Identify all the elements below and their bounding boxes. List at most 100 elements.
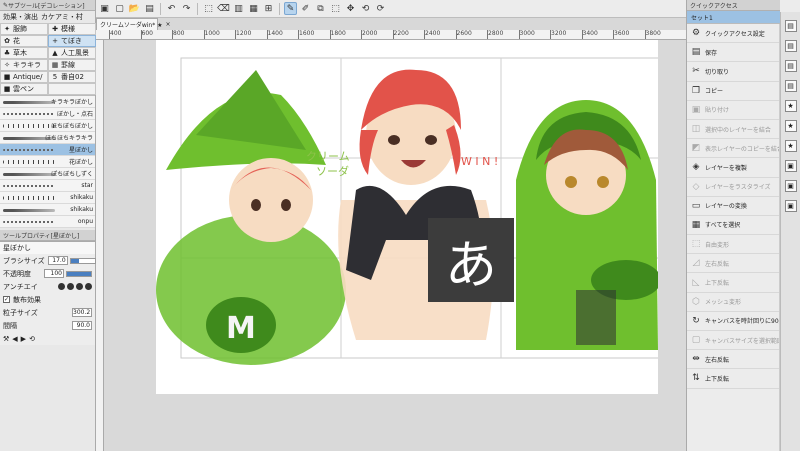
- transform-icon[interactable]: ⬚: [202, 2, 215, 15]
- brush-size-slider[interactable]: [69, 257, 96, 264]
- move-icon[interactable]: ✥: [344, 2, 357, 15]
- sub-tool-group-item[interactable]: 5 番自02: [48, 71, 96, 83]
- sub-tool-group-item[interactable]: ▲ 人工風景: [48, 47, 96, 59]
- undo-icon[interactable]: ↶: [165, 2, 178, 15]
- panel-icon[interactable]: ▣: [784, 180, 797, 192]
- pen2-icon[interactable]: ✐: [299, 2, 312, 15]
- quick-access-icon: ⬚: [691, 239, 701, 250]
- sub-tool-group-item[interactable]: ✧ キラキラ: [0, 59, 48, 71]
- sub-tool-group-item[interactable]: ✦ 服飾: [0, 23, 48, 35]
- brush-item[interactable]: ほちぼちぼかし: [0, 120, 95, 132]
- brush-item[interactable]: shikaku: [0, 192, 95, 204]
- quick-access-set-select[interactable]: セット1: [687, 11, 780, 24]
- sub-tool-group-item[interactable]: ✿ 花: [0, 35, 48, 47]
- open-icon[interactable]: 📂: [128, 2, 141, 15]
- quick-access-item[interactable]: ⇅ 上下反転: [687, 369, 779, 389]
- brush-item[interactable]: ぼかし・点石: [0, 108, 95, 120]
- sub-tool-group-item[interactable]: ✚ 模様: [48, 23, 96, 35]
- ruler-icon[interactable]: ⊞: [262, 2, 275, 15]
- antialias-option[interactable]: [67, 283, 74, 290]
- close-icon[interactable]: ×: [165, 21, 170, 28]
- quick-access-item[interactable]: ⇹ 左右反転: [687, 350, 779, 370]
- fill-icon[interactable]: ▥: [232, 2, 245, 15]
- brush-item[interactable]: キラキラぼかし: [0, 96, 95, 108]
- opacity-fill: [67, 271, 91, 276]
- canvas-icon[interactable]: ▣: [98, 2, 111, 15]
- brush-name: ほちぼちぼかし: [50, 123, 93, 130]
- panel-icon[interactable]: ▤: [784, 20, 797, 32]
- tab-effects[interactable]: 効果・演出: [3, 12, 38, 22]
- reset-icon[interactable]: ⟲: [29, 335, 35, 343]
- sub-tool-group-grid: ✦ 服飾 ✚ 模様 ✿ 花 + てぼき ♣ 草木 ▲ 人工風景 ✧ キラキラ ▦ 罫線 ■ Antique/5 番自…: [0, 23, 96, 95]
- brush-size-value[interactable]: 17.0: [47, 256, 68, 265]
- panel-icon[interactable]: ★: [784, 100, 797, 112]
- brush-item[interactable]: shikaku: [0, 204, 95, 216]
- ruler-tick-label: 3400: [581, 30, 598, 39]
- prev-icon[interactable]: ◀: [12, 335, 17, 343]
- brush-item[interactable]: 花ぼかし: [0, 156, 95, 168]
- quick-access-item[interactable]: ▭ レイヤーの変換: [687, 197, 779, 216]
- antialias-options[interactable]: [58, 283, 95, 290]
- panel-icon[interactable]: ★: [784, 140, 797, 152]
- save-icon[interactable]: ▤: [143, 2, 156, 15]
- sub-tool-group-item[interactable]: ▦ 罫線: [48, 59, 96, 71]
- right-character: [516, 100, 658, 350]
- sub-tool-group-item[interactable]: ■ Antique/: [0, 71, 48, 83]
- quick-access-item[interactable]: ↻ キャンバスを時計回りに90度回転: [687, 312, 779, 331]
- quick-access-icon: ▢: [691, 335, 701, 346]
- rotate-right-icon[interactable]: ⟳: [374, 2, 387, 15]
- brush-item[interactable]: ぽちぼちしずく: [0, 168, 95, 180]
- scatter-checkbox[interactable]: ✓: [3, 296, 10, 303]
- antialias-option[interactable]: [58, 283, 65, 290]
- quick-access-item[interactable]: ❐ コピー: [687, 82, 779, 101]
- crop-icon[interactable]: ⧉: [314, 2, 327, 15]
- antialias-option[interactable]: [85, 283, 92, 290]
- antialias-option[interactable]: [76, 283, 83, 290]
- particle-size-value[interactable]: 300.2: [72, 308, 92, 317]
- quick-access-icon: ◩: [691, 143, 701, 154]
- tab-hatching[interactable]: カケアミ・村: [41, 12, 83, 22]
- brush-stroke-preview: [3, 185, 55, 187]
- panel-icon[interactable]: ▤: [784, 80, 797, 92]
- pen-active-icon[interactable]: ✎: [284, 2, 297, 15]
- quick-access-item[interactable]: ◈ レイヤーを複製: [687, 158, 779, 178]
- interval-value[interactable]: 90.0: [72, 321, 92, 330]
- quick-access-label: クイックアクセス設定: [705, 30, 765, 38]
- sub-tool-group-item[interactable]: ■ 雲ペン: [0, 83, 48, 95]
- brush-size-fill: [70, 258, 80, 263]
- ruler-tick-label: 1400: [266, 30, 283, 39]
- quick-access-item[interactable]: ▦ すべてを選択: [687, 216, 779, 236]
- select-icon[interactable]: ⬚: [329, 2, 342, 15]
- new-icon[interactable]: ▢: [113, 2, 126, 15]
- clear-icon[interactable]: ⌫: [217, 2, 230, 15]
- redo-icon[interactable]: ↷: [180, 2, 193, 15]
- quick-access-item[interactable]: ⚙ クイックアクセス設定: [687, 24, 779, 44]
- opacity-value[interactable]: 100: [44, 269, 64, 278]
- brush-item[interactable]: 星ぼかし: [0, 144, 95, 156]
- wrench-icon[interactable]: ⚒: [3, 335, 9, 343]
- quick-access-icon: ▤: [691, 47, 701, 58]
- panel-icon[interactable]: ▤: [784, 40, 797, 52]
- brush-item[interactable]: star: [0, 180, 95, 192]
- sub-tool-group-item[interactable]: ♣ 草木: [0, 47, 48, 59]
- tab-quick-access[interactable]: クイックアクセス: [690, 1, 738, 10]
- grid-icon[interactable]: ▦: [247, 2, 260, 15]
- brush-item[interactable]: onpu: [0, 216, 95, 228]
- panel-icon[interactable]: ▣: [784, 160, 797, 172]
- canvas-area[interactable]: M クリーム ソーダ W I N ! あ: [104, 40, 686, 451]
- panel-icon[interactable]: ★: [784, 120, 797, 132]
- panel-icon[interactable]: ▤: [784, 60, 797, 72]
- ruler-tick-label: 1800: [329, 30, 346, 39]
- next-icon[interactable]: ▶: [21, 335, 26, 343]
- rotate-left-icon[interactable]: ⟲: [359, 2, 372, 15]
- sub-tool-group-item[interactable]: + てぼき: [48, 35, 96, 47]
- sub-tool-group-item[interactable]: [48, 83, 96, 95]
- brush-item[interactable]: ほちほちキラキラ: [0, 132, 95, 144]
- opacity-slider[interactable]: [66, 270, 92, 277]
- document-tab[interactable]: クリームソーダwin* ★ ×: [96, 18, 171, 30]
- canvas[interactable]: M クリーム ソーダ W I N ! あ: [156, 40, 658, 394]
- quick-access-item[interactable]: ✂ 切り取り: [687, 62, 779, 82]
- quick-access-item[interactable]: ▤ 保存: [687, 43, 779, 63]
- command-bar: ▣ ▢ 📂 ▤ ↶ ↷ ⬚ ⌫ ▥ ▦ ⊞ ✎ ✐ ⧉ ⬚ ✥ ⟲ ⟳: [96, 0, 686, 18]
- panel-icon[interactable]: ▣: [784, 200, 797, 212]
